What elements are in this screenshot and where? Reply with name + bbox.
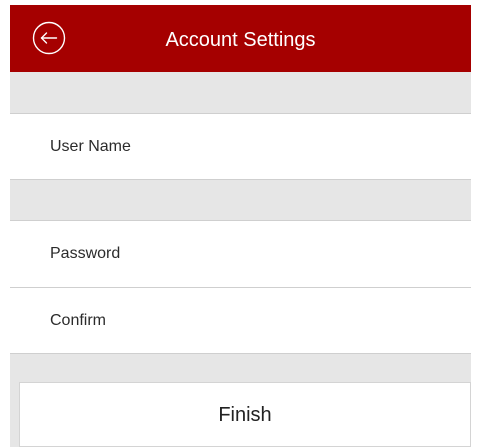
screen-border-left xyxy=(0,0,10,447)
password-label: Password xyxy=(50,245,121,262)
section-spacer xyxy=(10,180,471,220)
app-header: Account Settings xyxy=(10,5,471,72)
finish-button-label: Finish xyxy=(218,404,272,426)
page-title: Account Settings xyxy=(165,29,316,51)
finish-button[interactable]: Finish xyxy=(19,382,471,447)
confirm-label: Confirm xyxy=(50,312,107,329)
section-spacer xyxy=(10,72,471,113)
back-button[interactable] xyxy=(32,21,66,55)
user-name-label: User Name xyxy=(50,138,131,155)
app-screen: Account Settings User Name Password Conf… xyxy=(0,0,478,447)
back-arrow-circle-icon xyxy=(32,21,66,55)
confirm-row[interactable]: Confirm xyxy=(10,288,471,354)
password-row[interactable]: Password xyxy=(10,221,471,287)
user-name-row[interactable]: User Name xyxy=(10,114,471,180)
screen-border-right xyxy=(471,0,478,447)
